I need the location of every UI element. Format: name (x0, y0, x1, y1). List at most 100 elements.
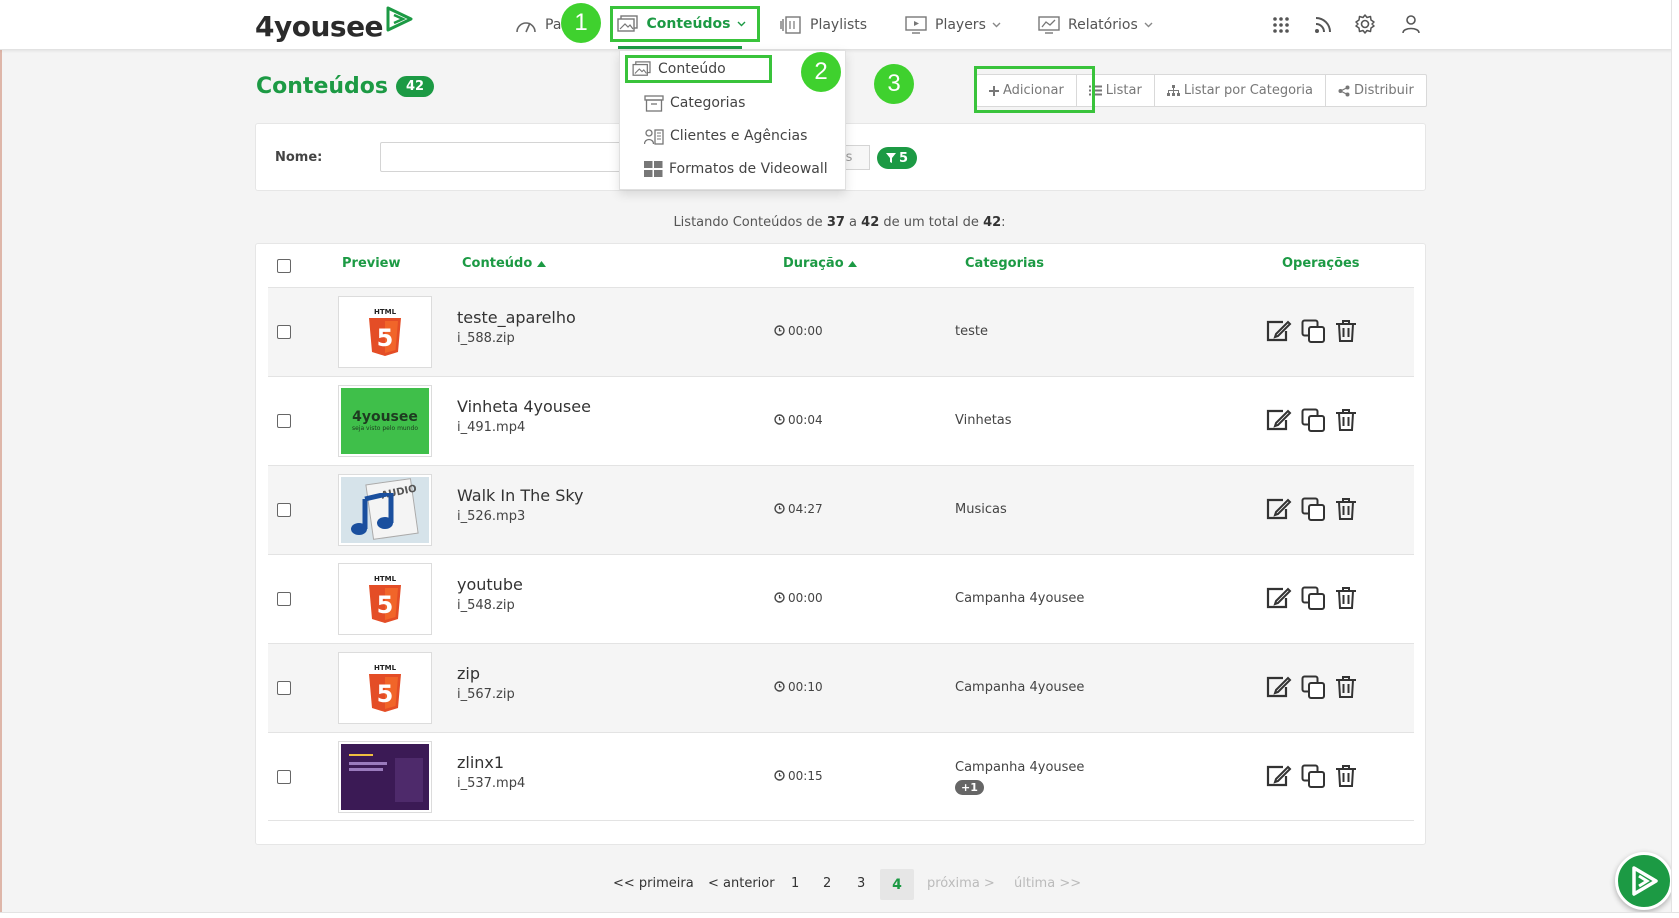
delete-button[interactable] (1335, 586, 1357, 610)
pagination-page-current[interactable]: 4 (880, 869, 914, 900)
nav-active-underline (618, 46, 742, 49)
select-all-checkbox[interactable] (277, 259, 291, 273)
nav-conteudos-label: Conteúdos (646, 16, 731, 32)
pagination-page-2[interactable]: 2 (823, 876, 831, 891)
duplicate-button[interactable] (1301, 764, 1326, 789)
html5-label: HTML (374, 308, 397, 316)
row-operations (1265, 586, 1366, 611)
header-duration[interactable]: Duração (783, 256, 858, 271)
distribute-button[interactable]: Distribuir (1324, 75, 1426, 106)
music-note-icon (351, 492, 394, 535)
edit-button[interactable] (1265, 586, 1292, 610)
row-content-name[interactable]: youtube (457, 575, 523, 594)
trash-icon (1336, 587, 1356, 609)
row-checkbox[interactable] (277, 769, 291, 784)
edit-icon (1266, 498, 1292, 520)
listing-prefix: Listando Conteúdos de (673, 215, 823, 230)
floating-help-button[interactable] (1615, 852, 1673, 910)
header-operations: Operações (1282, 256, 1360, 271)
nav-conteudos[interactable]: Conteúdos (610, 6, 760, 42)
gear-icon[interactable] (1354, 13, 1376, 35)
table-row (268, 376, 1414, 465)
app-logo[interactable]: 4yousee (255, 6, 415, 46)
row-preview[interactable]: 4yousee seja visto pelo mundo (338, 384, 432, 457)
duplicate-button[interactable] (1301, 586, 1326, 611)
gauge-icon (516, 22, 536, 33)
row-checkbox[interactable] (277, 502, 291, 517)
trash-icon (1336, 320, 1356, 342)
edit-button[interactable] (1265, 675, 1292, 699)
row-category-more-badge[interactable]: +1 (955, 779, 984, 795)
copy-icon (1301, 408, 1325, 432)
duplicate-button[interactable] (1301, 675, 1326, 700)
pagination-last: última >> (1014, 876, 1082, 891)
row-preview[interactable]: HTML 5 (338, 651, 432, 724)
nav-painel[interactable]: Pa (515, 0, 561, 50)
apps-grid-icon[interactable] (1272, 16, 1290, 34)
grid-icon (644, 161, 663, 177)
row-content-name[interactable]: Walk In The Sky (457, 486, 584, 505)
header-content[interactable]: Conteúdo (462, 256, 546, 271)
logo-text: 4yousee (255, 9, 384, 43)
delete-button[interactable] (1335, 675, 1357, 699)
row-preview[interactable]: AUDIO (338, 473, 432, 546)
row-preview[interactable]: HTML 5 (338, 562, 432, 635)
page-title-text: Conteúdos (256, 74, 388, 99)
pagination-prev[interactable]: < anterior (708, 876, 775, 891)
listing-summary: Listando Conteúdos de 37 a 42 de um tota… (0, 215, 1679, 230)
duplicate-button[interactable] (1301, 319, 1326, 344)
dropdown-item-videowall[interactable]: Formatos de Videowall (644, 158, 828, 180)
dropdown-item-categorias[interactable]: Categorias (644, 92, 745, 114)
name-filter-label: Nome: (275, 150, 323, 165)
sort-up-icon (848, 261, 858, 267)
row-checkbox[interactable] (277, 413, 291, 428)
rss-icon[interactable] (1314, 16, 1332, 34)
header-preview: Preview (342, 256, 401, 271)
nav-playlists[interactable]: Playlists (780, 0, 867, 50)
edit-button[interactable] (1265, 764, 1292, 788)
pagination-first[interactable]: << primeira (613, 876, 694, 891)
row-content-name[interactable]: zlinx1 (457, 753, 504, 772)
pagination-page-3[interactable]: 3 (857, 876, 865, 891)
html5-label: HTML (374, 575, 397, 583)
duplicate-button[interactable] (1301, 408, 1326, 433)
delete-button[interactable] (1335, 764, 1357, 788)
monitor-play-icon (905, 16, 927, 34)
edit-button[interactable] (1265, 497, 1292, 521)
clock-icon (774, 592, 785, 603)
name-filter-input[interactable] (380, 142, 630, 172)
edit-button[interactable] (1265, 319, 1292, 343)
duplicate-button[interactable] (1301, 497, 1326, 522)
row-preview[interactable] (338, 740, 432, 813)
pagination-page-1[interactable]: 1 (791, 876, 799, 891)
row-content-name[interactable]: Vinheta 4yousee (457, 397, 591, 416)
list-by-category-button[interactable]: Listar por Categoria (1153, 75, 1325, 106)
content-count-badge: 42 (395, 76, 435, 97)
row-checkbox[interactable] (277, 591, 291, 606)
nav-players[interactable]: Players (905, 0, 1001, 50)
edit-icon (1266, 587, 1292, 609)
clients-icon (644, 128, 664, 145)
row-checkbox[interactable] (277, 324, 291, 339)
delete-button[interactable] (1335, 497, 1357, 521)
row-preview[interactable]: HTML 5 (338, 295, 432, 368)
delete-button[interactable] (1335, 408, 1357, 432)
row-content-name[interactable]: zip (457, 664, 480, 683)
edit-button[interactable] (1265, 408, 1292, 432)
row-content-name[interactable]: teste_aparelho (457, 308, 576, 327)
active-filters-badge[interactable]: 5 (877, 147, 918, 169)
step-marker-2: 2 (801, 52, 841, 92)
dropdown-item-clientes[interactable]: Clientes e Agências (644, 125, 807, 147)
play-icon (1632, 866, 1658, 896)
listing-to: 42 (861, 215, 880, 230)
nav-relatorios[interactable]: Relatórios (1038, 0, 1153, 50)
clock-icon (774, 414, 785, 425)
user-icon[interactable] (1400, 13, 1422, 35)
header-categories: Categorias (965, 256, 1044, 271)
row-duration: 04:27 (774, 502, 823, 516)
delete-button[interactable] (1335, 319, 1357, 343)
clock-icon (774, 681, 785, 692)
row-category: Campanha 4yousee (955, 759, 1085, 775)
row-checkbox[interactable] (277, 680, 291, 695)
row-duration: 00:00 (774, 324, 823, 338)
